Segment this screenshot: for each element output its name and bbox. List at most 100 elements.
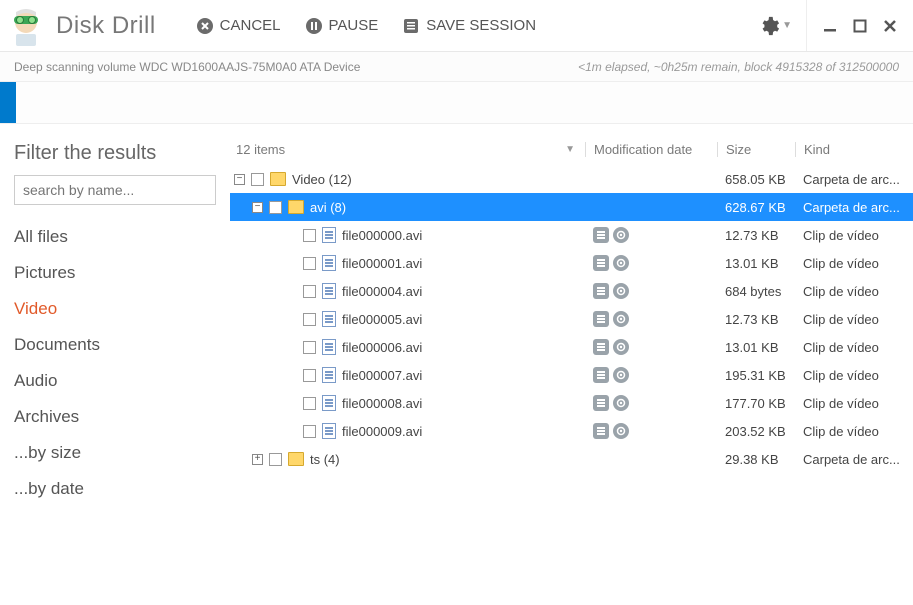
preview-action-icon[interactable] bbox=[613, 227, 629, 243]
row-size: 658.05 KB bbox=[717, 172, 795, 187]
maximize-button[interactable] bbox=[845, 11, 875, 41]
preview-action-icon[interactable] bbox=[613, 367, 629, 383]
row-checkbox[interactable] bbox=[303, 341, 316, 354]
sidebar: Filter the results All filesPicturesVide… bbox=[0, 124, 230, 605]
folder-row[interactable]: −avi (8)628.67 KBCarpeta de arc... bbox=[230, 193, 913, 221]
cancel-icon bbox=[196, 17, 214, 35]
ribbon bbox=[0, 82, 913, 124]
preview-action-icon[interactable] bbox=[613, 395, 629, 411]
filter-item-video[interactable]: Video bbox=[14, 291, 216, 327]
row-size: 195.31 KB bbox=[717, 368, 795, 383]
expand-placeholder bbox=[286, 342, 297, 353]
list-action-icon[interactable] bbox=[593, 311, 609, 327]
file-row[interactable]: file000004.avi684 bytesClip de vídeo bbox=[230, 277, 913, 305]
video-file-icon bbox=[322, 283, 336, 299]
list-action-icon[interactable] bbox=[593, 423, 609, 439]
row-kind: Clip de vídeo bbox=[795, 284, 913, 299]
column-date[interactable]: Modification date bbox=[585, 142, 717, 157]
settings-button[interactable]: ▼ bbox=[758, 15, 792, 37]
minimize-button[interactable] bbox=[815, 11, 845, 41]
preview-action-icon[interactable] bbox=[613, 339, 629, 355]
folder-icon bbox=[270, 172, 286, 186]
video-file-icon bbox=[322, 367, 336, 383]
row-name: file000005.avi bbox=[342, 312, 422, 327]
cancel-label: CANCEL bbox=[220, 17, 281, 34]
preview-action-icon[interactable] bbox=[613, 311, 629, 327]
pause-button[interactable]: PAUSE bbox=[305, 17, 379, 35]
file-row[interactable]: file000005.avi12.73 KBClip de vídeo bbox=[230, 305, 913, 333]
expand-placeholder bbox=[286, 398, 297, 409]
filter-item-documents[interactable]: Documents bbox=[14, 327, 216, 363]
cancel-button[interactable]: CANCEL bbox=[196, 17, 281, 35]
list-action-icon[interactable] bbox=[593, 339, 609, 355]
preview-action-icon[interactable] bbox=[613, 283, 629, 299]
list-action-icon[interactable] bbox=[593, 255, 609, 271]
preview-action-icon[interactable] bbox=[613, 423, 629, 439]
list-action-icon[interactable] bbox=[593, 283, 609, 299]
collapse-icon[interactable]: − bbox=[234, 174, 245, 185]
row-name: file000000.avi bbox=[342, 228, 422, 243]
video-file-icon bbox=[322, 311, 336, 327]
gear-icon bbox=[758, 15, 780, 37]
list-action-icon[interactable] bbox=[593, 227, 609, 243]
expand-placeholder bbox=[286, 286, 297, 297]
row-checkbox[interactable] bbox=[269, 201, 282, 214]
row-checkbox[interactable] bbox=[303, 313, 316, 326]
row-checkbox[interactable] bbox=[303, 229, 316, 242]
file-list: 12 items ▼ Modification date Size Kind −… bbox=[230, 124, 913, 605]
row-checkbox[interactable] bbox=[303, 397, 316, 410]
file-row[interactable]: file000006.avi 13.01 KBClip de vídeo bbox=[230, 333, 913, 361]
row-kind: Carpeta de arc... bbox=[795, 172, 913, 187]
list-action-icon[interactable] bbox=[593, 367, 609, 383]
expand-placeholder bbox=[286, 426, 297, 437]
row-size: 177.70 KB bbox=[717, 396, 795, 411]
pause-icon bbox=[305, 17, 323, 35]
row-checkbox[interactable] bbox=[303, 257, 316, 270]
filter-title: Filter the results bbox=[14, 142, 216, 165]
row-size: 684 bytes bbox=[717, 284, 795, 299]
filter-item--by-date[interactable]: ...by date bbox=[14, 471, 216, 507]
row-name: avi (8) bbox=[310, 200, 346, 215]
save-session-button[interactable]: SAVE SESSION bbox=[402, 17, 536, 35]
search-input[interactable] bbox=[14, 175, 216, 205]
filter-item-audio[interactable]: Audio bbox=[14, 363, 216, 399]
filter-item-pictures[interactable]: Pictures bbox=[14, 255, 216, 291]
list-action-icon[interactable] bbox=[593, 395, 609, 411]
column-size[interactable]: Size bbox=[717, 142, 795, 157]
row-checkbox[interactable] bbox=[303, 285, 316, 298]
row-kind: Carpeta de arc... bbox=[795, 452, 913, 467]
row-name: file000009.avi bbox=[342, 424, 422, 439]
filter-item-all-files[interactable]: All files bbox=[14, 219, 216, 255]
column-name[interactable]: 12 items ▼ bbox=[230, 142, 585, 157]
folder-row[interactable]: +ts (4)29.38 KBCarpeta de arc... bbox=[230, 445, 913, 473]
folder-icon bbox=[288, 200, 304, 214]
folder-row[interactable]: − Video (12) 658.05 KBCarpeta de arc... bbox=[230, 165, 913, 193]
file-row[interactable]: file000007.avi195.31 KBClip de vídeo bbox=[230, 361, 913, 389]
row-size: 29.38 KB bbox=[717, 452, 795, 467]
file-row[interactable]: file000008.avi 177.70 KBClip de vídeo bbox=[230, 389, 913, 417]
row-name: Video (12) bbox=[292, 172, 352, 187]
filter-item--by-size[interactable]: ...by size bbox=[14, 435, 216, 471]
collapse-icon[interactable]: − bbox=[252, 202, 263, 213]
column-kind[interactable]: Kind bbox=[795, 142, 913, 157]
filter-item-archives[interactable]: Archives bbox=[14, 399, 216, 435]
close-button[interactable] bbox=[875, 11, 905, 41]
expand-placeholder bbox=[286, 230, 297, 241]
file-row[interactable]: file000009.avi203.52 KBClip de vídeo bbox=[230, 417, 913, 445]
row-kind: Clip de vídeo bbox=[795, 396, 913, 411]
row-name: file000008.avi bbox=[342, 396, 422, 411]
row-checkbox[interactable] bbox=[269, 453, 282, 466]
file-row[interactable]: file000000.avi12.73 KBClip de vídeo bbox=[230, 221, 913, 249]
status-left: Deep scanning volume WDC WD1600AAJS-75M0… bbox=[14, 60, 360, 74]
row-checkbox[interactable] bbox=[303, 369, 316, 382]
preview-action-icon[interactable] bbox=[613, 255, 629, 271]
chevron-down-icon: ▼ bbox=[782, 20, 792, 31]
row-name: file000007.avi bbox=[342, 368, 422, 383]
file-row[interactable]: file000001.avi13.01 KBClip de vídeo bbox=[230, 249, 913, 277]
expand-icon[interactable]: + bbox=[252, 454, 263, 465]
row-checkbox[interactable] bbox=[303, 425, 316, 438]
row-name: file000006.avi bbox=[342, 340, 422, 355]
row-checkbox[interactable] bbox=[251, 173, 264, 186]
row-size: 13.01 KB bbox=[717, 340, 795, 355]
row-kind: Clip de vídeo bbox=[795, 340, 913, 355]
